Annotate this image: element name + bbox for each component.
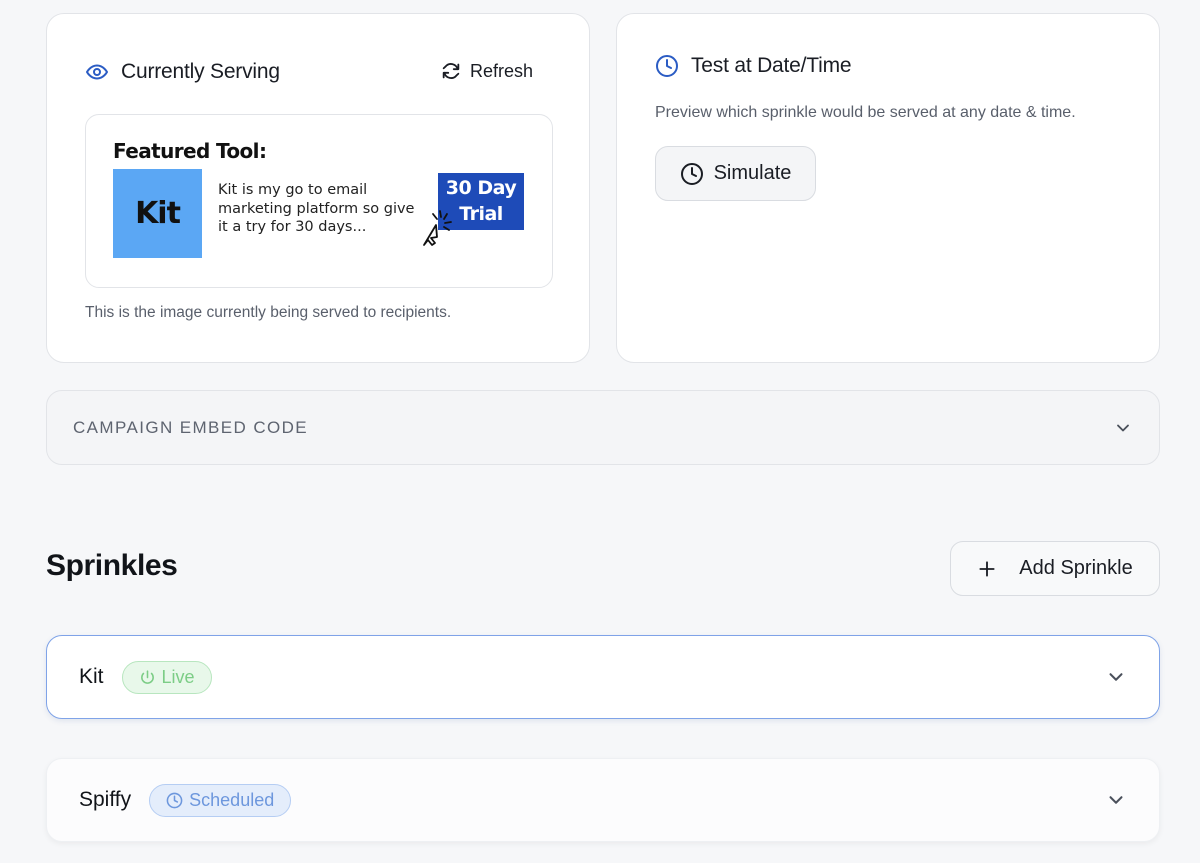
add-sprinkle-button[interactable]: Add Sprinkle [950,541,1160,596]
test-datetime-description: Preview which sprinkle would be served a… [655,104,1076,121]
clock-icon [680,162,704,186]
served-image-preview: Featured Tool: Kit Kit is my go to email… [85,114,553,288]
clock-icon [655,54,679,78]
test-datetime-card: Test at Date/Time Preview which sprinkle… [616,13,1160,363]
power-icon [139,669,156,686]
status-badge-label: Live [161,666,195,687]
simulate-label: Simulate [713,162,792,184]
currently-serving-card: Currently Serving Refresh Featured Tool:… [46,13,590,363]
currently-serving-header: Currently Serving [85,60,280,84]
status-badge-live: Live [121,660,212,694]
chevron-down-icon[interactable] [1105,666,1127,688]
refresh-icon [440,60,462,82]
refresh-label: Refresh [469,60,533,81]
campaign-embed-code-accordion[interactable]: CAMPAIGN EMBED CODE [46,390,1160,465]
status-badge-scheduled: Scheduled [149,783,292,817]
clock-icon [166,792,183,809]
sprinkle-row-spiffy[interactable]: Spiffy Scheduled [46,758,1160,842]
simulate-button[interactable]: Simulate [655,146,816,201]
eye-icon [85,60,109,84]
kit-logo: Kit [113,169,202,258]
preview-body-text: Kit is my go to email marketing platform… [218,182,415,235]
embed-code-label: CAMPAIGN EMBED CODE [73,417,309,437]
status-badge-label: Scheduled [189,789,275,810]
sprinkle-name: Kit [79,665,104,688]
test-datetime-header: Test at Date/Time [655,54,852,78]
cursor-click-icon [416,207,456,252]
served-image-caption: This is the image currently being served… [85,304,452,321]
test-datetime-title: Test at Date/Time [691,54,852,77]
chevron-down-icon [1113,418,1133,438]
sprinkles-heading: Sprinkles [46,549,178,582]
sprinkle-row-kit[interactable]: Kit Live [46,635,1160,719]
refresh-button[interactable]: Refresh [440,60,533,82]
chevron-down-icon[interactable] [1105,789,1127,811]
plus-icon [977,559,997,579]
currently-serving-title: Currently Serving [121,60,280,83]
preview-heading: Featured Tool: [113,139,267,163]
sprinkle-name: Spiffy [79,788,132,811]
add-sprinkle-label: Add Sprinkle [1019,557,1133,579]
